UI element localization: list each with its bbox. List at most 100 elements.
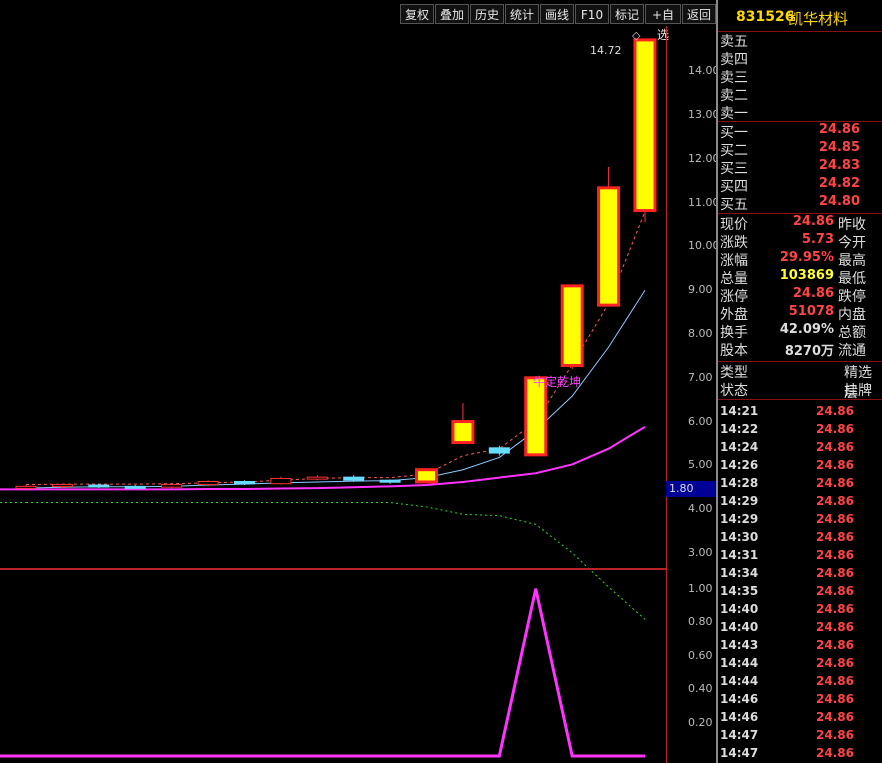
stat-row: 涨幅 29.95% 最高: [718, 250, 882, 269]
stat-label: 股本: [720, 343, 748, 359]
stock-name: 凯华材料: [788, 10, 849, 28]
price-tick-label: 8.00: [688, 327, 713, 341]
tick-time: 14:31: [720, 548, 759, 562]
tick-time: 14:21: [720, 404, 759, 418]
stat-row: 涨跌 5.73 今开: [718, 232, 882, 251]
candle-body: [560, 284, 584, 368]
tick-time: 14:35: [720, 584, 759, 598]
ask-row: 卖二: [718, 85, 882, 104]
status-value: 挂牌: [844, 383, 872, 399]
bid-label: 买三: [720, 161, 748, 177]
price-tick-label: 12.00: [688, 151, 720, 165]
tick-price: 24.86: [816, 602, 854, 616]
stat-value: 24.86: [792, 286, 834, 301]
stat-label: 涨幅: [720, 253, 748, 269]
tick-price: 24.86: [816, 458, 854, 472]
bid-label: 买四: [720, 179, 748, 195]
high-price-label: 14.72: [590, 44, 622, 57]
price-tick-label: 4.00: [688, 502, 713, 516]
price-tick-label: 5.00: [688, 458, 713, 472]
tick-price: 24.86: [816, 692, 854, 706]
stat-label: 现价: [720, 217, 748, 233]
tick-time: 14:40: [720, 602, 759, 616]
candle-body: [161, 484, 183, 488]
ask-label: 卖一: [720, 106, 748, 122]
ma-red-dashed-line: [25, 211, 646, 486]
tick-price: 24.86: [816, 656, 854, 670]
tick-time: 14:47: [720, 746, 759, 760]
stat-value: 24.86: [792, 214, 834, 229]
bid-row: 买五 24.80: [718, 194, 882, 213]
stat-row: 股本 8270万 流通: [718, 340, 882, 359]
bid-price: 24.83: [818, 158, 860, 173]
stat-row: 现价 24.86 昨收: [718, 214, 882, 233]
tick-price: 24.86: [816, 566, 854, 580]
stat-value: 29.95%: [779, 250, 834, 265]
tick-time: 14:44: [720, 674, 759, 688]
stat-label-secondary: 昨收: [838, 217, 866, 233]
ask-label: 卖五: [720, 34, 748, 50]
ask-row: 卖一: [718, 103, 882, 122]
candle-body: [488, 447, 510, 454]
stat-label-secondary: 最低: [838, 271, 866, 287]
tick-price: 24.86: [816, 494, 854, 508]
tick-time: 14:26: [720, 458, 759, 472]
tick-time: 14:46: [720, 692, 759, 706]
green-dotted-line: [26, 502, 646, 620]
indicator-line: [26, 588, 645, 758]
tick-price: 24.86: [816, 422, 854, 436]
bid-price: 24.86: [818, 122, 860, 137]
indicator-tick-label: 0.60: [688, 648, 713, 662]
stock-code: 831526: [736, 9, 795, 25]
tick-time: 14:44: [720, 656, 759, 670]
tick-price: 24.86: [816, 638, 854, 652]
bid-label: 买五: [720, 197, 748, 213]
tick-time: 14:43: [720, 638, 759, 652]
tick-time: 14:30: [720, 530, 759, 544]
price-tick-label: 3.00: [688, 545, 713, 559]
tick-time: 14:40: [720, 620, 759, 634]
indicator-tick-label: 0.20: [688, 715, 713, 729]
stat-label-secondary: 内盘: [838, 307, 866, 323]
indicator-tick-label: 1.00: [688, 581, 713, 595]
candle-body: [415, 468, 439, 484]
stat-label-secondary: 跌停: [838, 289, 866, 305]
candle-body: [306, 476, 328, 480]
tick-price: 24.86: [816, 440, 854, 454]
price-tick-label: 14.00: [688, 64, 720, 78]
stat-label: 换手: [720, 325, 748, 341]
type-row: 类型 精选层: [718, 362, 882, 401]
stat-value: 103869: [779, 268, 834, 283]
stat-label: 外盘: [720, 307, 748, 323]
candle-body: [124, 485, 146, 489]
bid-price: 24.82: [818, 176, 860, 191]
price-axis: 14.00 13.00 12.00 11.00 10.00 9.00 8.00 7.00 6.0…: [670, 0, 720, 763]
pattern-annotation: 牛定乾坤: [533, 375, 582, 389]
price-axis-line: [666, 26, 667, 763]
stat-label-secondary: 总额: [838, 325, 866, 341]
bid-row: 买四 24.82: [718, 176, 882, 195]
tick-price: 24.86: [816, 476, 854, 490]
ma-pink-line: [26, 425, 646, 491]
tick-time: 14:28: [720, 476, 759, 490]
tick-price: 24.86: [816, 530, 854, 544]
stat-value: 42.09%: [779, 322, 834, 337]
ask-row: 卖三: [718, 67, 882, 86]
bid-price: 24.85: [818, 140, 860, 155]
bid-label: 买一: [720, 125, 748, 141]
tick-price: 24.86: [816, 674, 854, 688]
tick-price: 24.86: [816, 620, 854, 634]
candle-body: [270, 477, 292, 485]
tick-time: 14:34: [720, 566, 759, 580]
bid-price: 24.80: [818, 194, 860, 209]
tick-price: 24.86: [816, 548, 854, 562]
indicator-separator: [0, 568, 666, 570]
tick-time: 14:29: [720, 512, 759, 526]
stat-label: 涨停: [720, 289, 748, 305]
stock-title-bar: 831526 凯华材料: [718, 0, 882, 32]
ask-row: 卖四: [718, 49, 882, 68]
stat-label-secondary: 流通: [838, 343, 866, 359]
price-tick-label: 7.00: [688, 370, 713, 384]
bid-row: 买一 24.86: [718, 122, 882, 141]
ask-label: 卖二: [720, 88, 748, 104]
